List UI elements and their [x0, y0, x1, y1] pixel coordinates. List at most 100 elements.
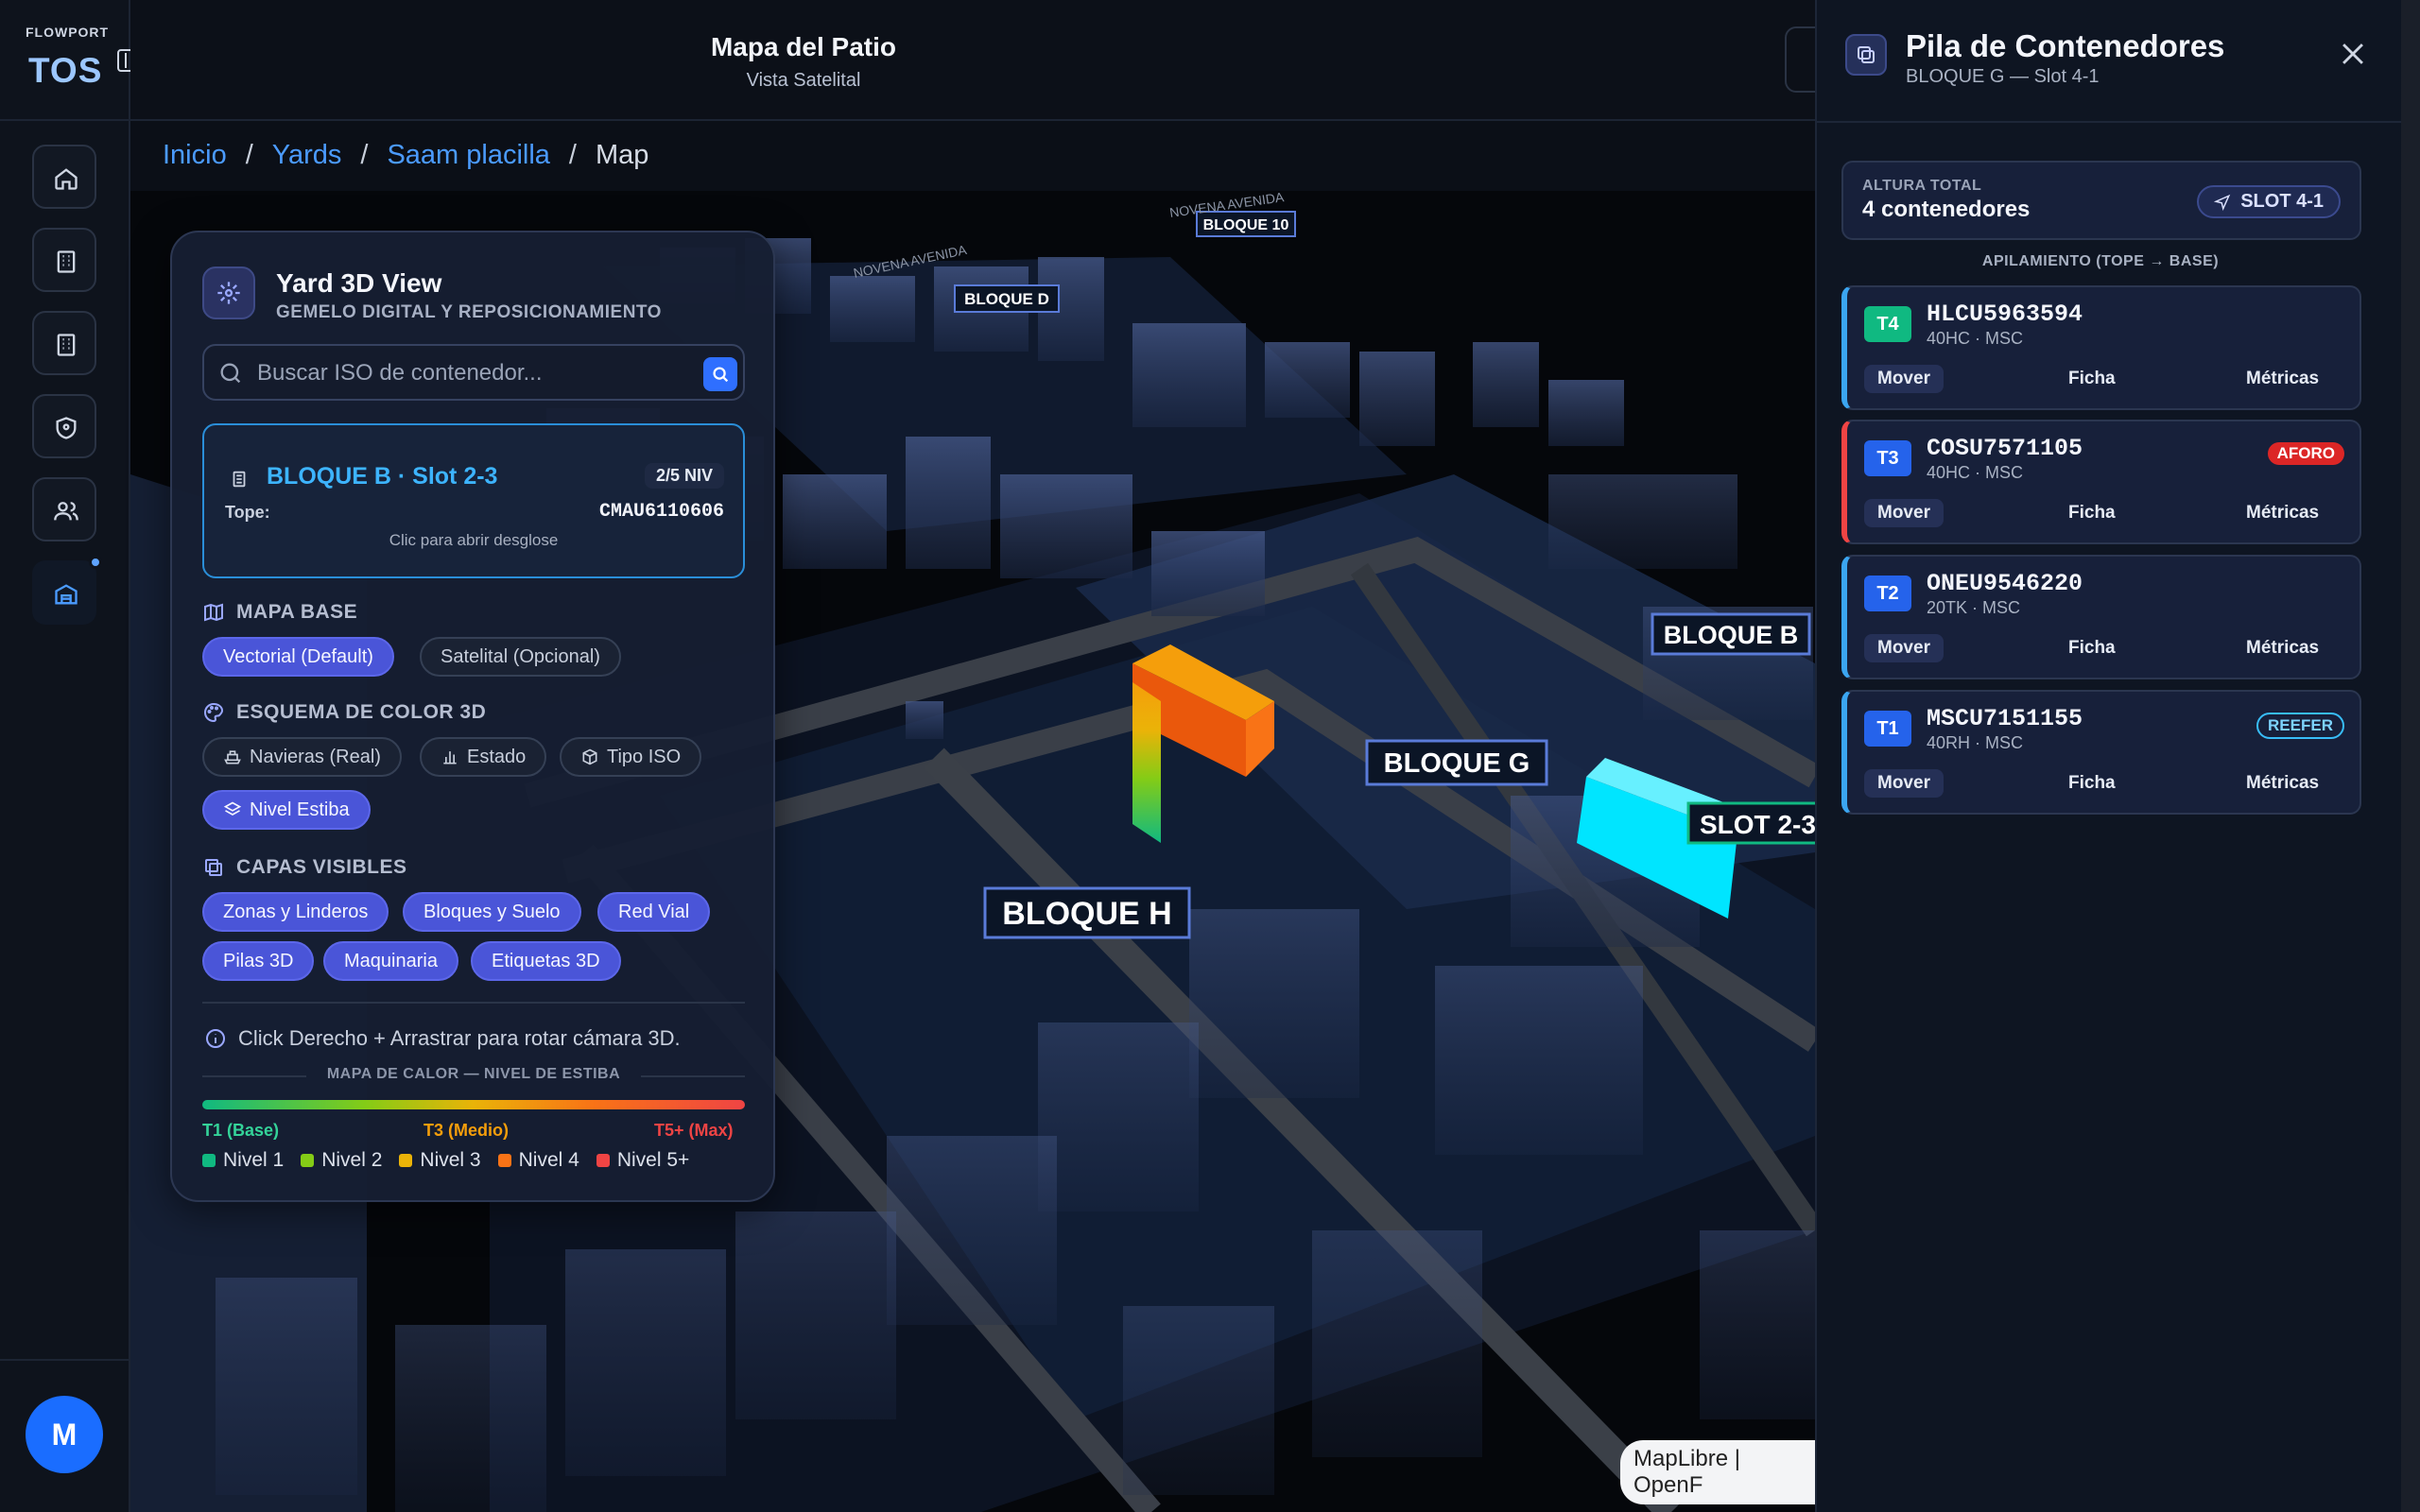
search-button[interactable]	[703, 357, 737, 391]
legend-item: Nivel 4	[497, 1149, 579, 1172]
section-mapa-base: MAPA BASE	[202, 601, 357, 624]
page-title: Mapa del Patio	[710, 32, 897, 61]
container-card[interactable]: T1 MSCU7151155 40RH · MSC REEFER Mover F…	[1841, 690, 2361, 815]
scheme-estado-button[interactable]: Estado	[420, 737, 547, 777]
map-attribution[interactable]: MapLibre | OpenF	[1620, 1440, 1815, 1504]
reefer-badge: REEFER	[2256, 713, 2344, 739]
heatmap-max-label: T5+ (Max)	[654, 1121, 734, 1140]
ficha-button[interactable]: Ficha	[2055, 769, 2129, 798]
metricas-button[interactable]: Métricas	[2233, 365, 2332, 393]
ficha-button[interactable]: Ficha	[2055, 499, 2129, 527]
metricas-button[interactable]: Métricas	[2233, 634, 2332, 662]
metricas-button[interactable]: Métricas	[2233, 499, 2332, 527]
layer-maquinaria-toggle[interactable]: Maquinaria	[323, 941, 458, 981]
layer-zonas-toggle[interactable]: Zonas y Linderos	[202, 892, 389, 932]
chip-icon	[233, 471, 246, 488]
slot-tag-label: SLOT 4-1	[2240, 191, 2324, 212]
layer-etiquetas-toggle[interactable]: Etiquetas 3D	[471, 941, 621, 981]
brand-company: FLOWPORT	[26, 25, 110, 40]
container-meta: 40RH · MSC	[1927, 733, 2024, 752]
move-button[interactable]: Mover	[1864, 634, 1944, 662]
search-icon	[220, 363, 241, 384]
layer-pilas-toggle[interactable]: Pilas 3D	[202, 941, 315, 981]
legend-swatch	[497, 1154, 511, 1167]
ficha-button[interactable]: Ficha	[2055, 365, 2129, 393]
metricas-button[interactable]: Métricas	[2233, 769, 2332, 798]
breadcrumb-yards[interactable]: Yards	[272, 140, 342, 171]
page-subtitle: Vista Satelital	[746, 70, 861, 91]
ficha-button[interactable]: Ficha	[2055, 634, 2129, 662]
breadcrumb-separator: /	[568, 140, 577, 170]
container-card[interactable]: T2 ONEU9546220 20TK · MSC Mover Ficha Mé…	[1841, 555, 2361, 679]
scheme-tipo-iso-button[interactable]: Tipo ISO	[560, 737, 702, 777]
brand-logo[interactable]: TOS	[28, 51, 102, 91]
stack-title: Pila de Contenedores	[1906, 28, 2225, 63]
container-card[interactable]: T4 HLCU5963594 40HC · MSC Mover Ficha Mé…	[1841, 285, 2361, 410]
scheme-label: Nivel Estiba	[250, 799, 350, 820]
slot-hint: Clic para abrir desglose	[389, 531, 559, 549]
layers-icon	[205, 859, 222, 876]
heatmap-title: MAPA DE CALOR — NIVEL DE ESTIBA	[326, 1066, 621, 1082]
map-label-bloque-h: BLOQUE H	[1002, 896, 1171, 932]
basemap-satelital-button[interactable]: Satelital (Opcional)	[420, 637, 621, 677]
shield-icon	[56, 417, 77, 439]
nav-yard-button[interactable]	[32, 560, 96, 625]
breadcrumb-separator: /	[360, 140, 369, 170]
layer-red-vial-toggle[interactable]: Red Vial	[597, 892, 711, 932]
breadcrumb-home[interactable]: Inicio	[163, 140, 227, 171]
tier-badge: T3	[1864, 440, 1911, 476]
scheme-label: Navieras (Real)	[250, 747, 381, 767]
basemap-vectorial-button[interactable]: Vectorial (Default)	[202, 637, 394, 677]
container-id: COSU7571105	[1927, 435, 2083, 462]
breadcrumb-yard[interactable]: Saam placilla	[387, 140, 549, 171]
legend-label: Nivel 3	[420, 1149, 481, 1171]
move-button[interactable]: Mover	[1864, 365, 1944, 393]
ship-icon	[224, 750, 241, 765]
avatar[interactable]: M	[26, 1396, 103, 1473]
container-meta: 40HC · MSC	[1927, 463, 2024, 482]
close-icon[interactable]	[2337, 38, 2369, 70]
home-icon	[55, 168, 78, 190]
scheme-label: Estado	[467, 747, 527, 767]
scheme-navieras-button[interactable]: Navieras (Real)	[202, 737, 402, 777]
container-card[interactable]: T3 COSU7571105 40HC · MSC AFORO Mover Fi…	[1841, 420, 2361, 544]
stacking-order-label: APILAMIENTO (TOPE → BASE)	[1981, 253, 2220, 269]
box-icon	[582, 748, 597, 765]
nav-users-button[interactable]	[32, 477, 96, 541]
nav-buildings-button[interactable]	[32, 228, 96, 292]
panel-divider	[202, 1002, 745, 1004]
nav-home-button[interactable]	[32, 145, 96, 209]
section-capas: CAPAS VISIBLES	[202, 856, 406, 879]
legend-label: Nivel 5+	[616, 1149, 690, 1171]
notification-dot	[89, 556, 102, 569]
tier-badge: T4	[1864, 306, 1911, 342]
container-id: HLCU5963594	[1927, 301, 2083, 328]
slot-title: BLOQUE B · Slot 2-3	[267, 463, 498, 490]
scheme-nivel-estiba-button[interactable]: Nivel Estiba	[202, 790, 371, 830]
stack-scrollbar[interactable]	[2401, 0, 2420, 1512]
layer-bloques-toggle[interactable]: Bloques y Suelo	[403, 892, 581, 932]
stack-height-card: ALTURA TOTAL 4 contenedores SLOT 4-1	[1841, 161, 2361, 240]
legend-item: Nivel 2	[301, 1149, 382, 1172]
nav-security-button[interactable]	[32, 394, 96, 458]
bar-chart-icon	[443, 751, 457, 765]
legend-item: Nivel 5+	[596, 1149, 689, 1172]
move-button[interactable]: Mover	[1864, 499, 1944, 527]
navigation-icon	[2214, 194, 2231, 211]
move-button[interactable]: Mover	[1864, 769, 1944, 798]
layers-icon	[223, 801, 242, 816]
section-label: MAPA BASE	[236, 601, 358, 623]
map-icon	[204, 603, 223, 622]
nav-terminals-button[interactable]	[32, 311, 96, 375]
map-label-bloque-b: BLOQUE B	[1664, 621, 1799, 649]
tope-value: CMAU6110606	[598, 501, 724, 523]
section-label: CAPAS VISIBLES	[236, 856, 407, 878]
slot-tag[interactable]: SLOT 4-1	[2197, 185, 2341, 218]
tope-label: Tope:	[225, 503, 270, 522]
panel-title: Yard 3D View	[276, 268, 442, 298]
container-id: MSCU7151155	[1927, 705, 2083, 732]
search-input[interactable]	[257, 355, 692, 391]
selected-slot-card[interactable]: BLOQUE B · Slot 2-3 2/5 NIV Tope: CMAU61…	[202, 423, 745, 578]
warehouse-icon	[55, 584, 78, 605]
legend-swatch	[301, 1154, 315, 1167]
